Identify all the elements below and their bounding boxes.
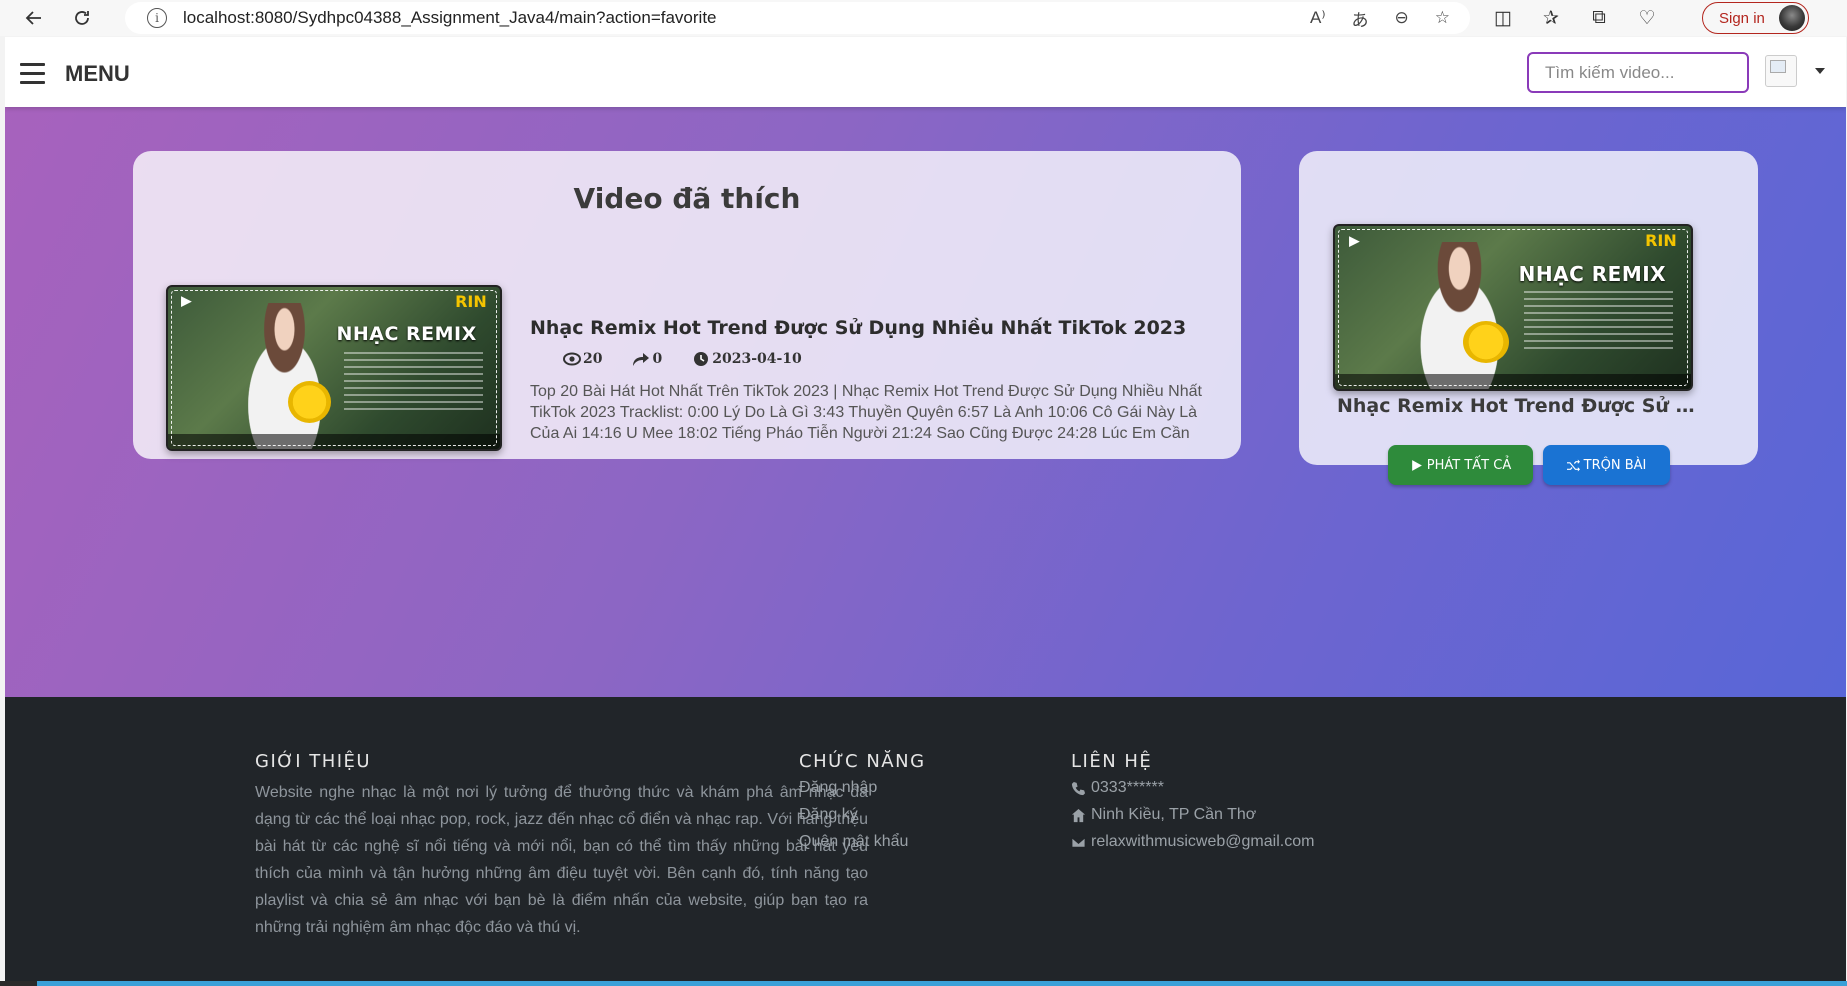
translate-icon[interactable]: あ [1352, 6, 1369, 31]
video-thumbnail[interactable]: NHẠC REMIX RIN ▶ [166, 285, 502, 451]
playlist-thumbnail[interactable]: NHẠC REMIX RIN ▶ [1333, 224, 1693, 391]
page-viewport: MENU Video đã thích NHẠC REMIX RIN ▶ Nhạ… [5, 37, 1846, 986]
features-heading: CHỨC NĂNG [799, 751, 926, 772]
content-area: Video đã thích NHẠC REMIX RIN ▶ Nhạc Rem… [5, 107, 1846, 697]
address-bar-actions: A⁾ あ ⊖ ☆ [1310, 2, 1450, 34]
envelope-icon [1071, 836, 1086, 848]
hamburger-menu-icon[interactable] [20, 63, 45, 84]
site-info-icon[interactable]: i [147, 8, 167, 28]
play-all-label: PHÁT TẤT CẢ [1426, 457, 1512, 473]
about-text: Website nghe nhạc là một nơi lý tưởng để… [255, 784, 868, 936]
favorites-icon[interactable]: ✰ [1538, 7, 1564, 30]
browser-essentials-icon[interactable]: ♡ [1634, 7, 1660, 30]
chevron-down-icon[interactable] [1815, 68, 1825, 74]
upload-date: 2023-04-10 [712, 351, 802, 367]
taskbar-edge [0, 981, 1847, 986]
date-stat: 2023-04-10 [692, 351, 802, 367]
zoom-out-icon[interactable]: ⊖ [1395, 8, 1409, 28]
register-link[interactable]: Đăng ký [799, 806, 858, 824]
address-bar[interactable]: i localhost:8080/Sydhpc04388_Assignment_… [125, 2, 1470, 34]
profile-avatar [1779, 5, 1805, 31]
user-avatar[interactable] [1765, 55, 1797, 87]
email-text[interactable]: relaxwithmusicweb@gmail.com [1091, 833, 1314, 851]
play-all-button[interactable]: PHÁT TẤT CẢ [1388, 445, 1533, 485]
sign-in-button[interactable]: Sign in [1702, 2, 1809, 34]
shares-stat: 0 [632, 351, 662, 367]
phone-number: 0333****** [1091, 779, 1164, 796]
shuffle-button[interactable]: TRỘN BÀI [1543, 445, 1670, 485]
collections-icon[interactable]: ⧉ [1586, 7, 1612, 29]
views-count: 20 [583, 351, 603, 367]
back-icon[interactable] [14, 0, 54, 36]
video-description: Top 20 Bài Hát Hot Nhất Trên TikTok 2023… [530, 383, 1202, 442]
contact-address: Ninh Kiều, TP Cần Thơ [1071, 806, 1256, 824]
playlist-title[interactable]: Nhạc Remix Hot Trend Được Sử Dụn... [1337, 395, 1697, 417]
contact-email: relaxwithmusicweb@gmail.com [1071, 833, 1314, 851]
url-text[interactable]: localhost:8080/Sydhpc04388_Assignment_Ja… [183, 8, 717, 28]
views-stat: 20 [563, 351, 602, 367]
shuffle-label: TRỘN BÀI [1583, 457, 1647, 473]
thumbnail-frame [1338, 229, 1688, 386]
contact-phone: 0333****** [1071, 779, 1164, 797]
share-icon [633, 353, 650, 366]
page-title: Video đã thích [573, 182, 801, 215]
phone-icon [1071, 781, 1086, 795]
shuffle-icon [1566, 459, 1580, 471]
menu-label[interactable]: MENU [65, 61, 130, 87]
login-link[interactable]: Đăng nhập [799, 779, 877, 797]
search-input[interactable] [1527, 52, 1749, 93]
clock-icon [694, 352, 709, 366]
split-screen-icon[interactable]: ◫ [1490, 7, 1516, 30]
read-aloud-icon[interactable]: A⁾ [1310, 8, 1326, 28]
home-icon [1071, 808, 1086, 822]
play-icon [1411, 459, 1422, 471]
about-heading: GIỚI THIỆU [255, 751, 372, 772]
sign-in-label: Sign in [1719, 9, 1765, 27]
address-text: Ninh Kiều, TP Cần Thơ [1091, 806, 1257, 823]
thumbnail-frame [171, 290, 497, 446]
shares-count: 0 [652, 351, 663, 367]
site-footer: GIỚI THIỆU Website nghe nhạc là một nơi … [5, 697, 1846, 986]
browser-tools: ◫ ✰ ⧉ ♡ [1490, 0, 1660, 36]
browser-toolbar: i localhost:8080/Sydhpc04388_Assignment_… [0, 0, 1847, 36]
eye-icon [563, 352, 581, 366]
video-title[interactable]: Nhạc Remix Hot Trend Được Sử Dụng Nhiều … [530, 317, 1186, 339]
video-stats: 20 0 2023-04-10 [563, 349, 832, 369]
favorite-star-icon[interactable]: ☆ [1435, 8, 1450, 28]
contact-heading: LIÊN HỆ [1071, 751, 1153, 772]
refresh-icon[interactable] [62, 0, 102, 36]
forgot-password-link[interactable]: Quên mật khẩu [799, 833, 908, 851]
top-navbar: MENU [5, 37, 1846, 107]
